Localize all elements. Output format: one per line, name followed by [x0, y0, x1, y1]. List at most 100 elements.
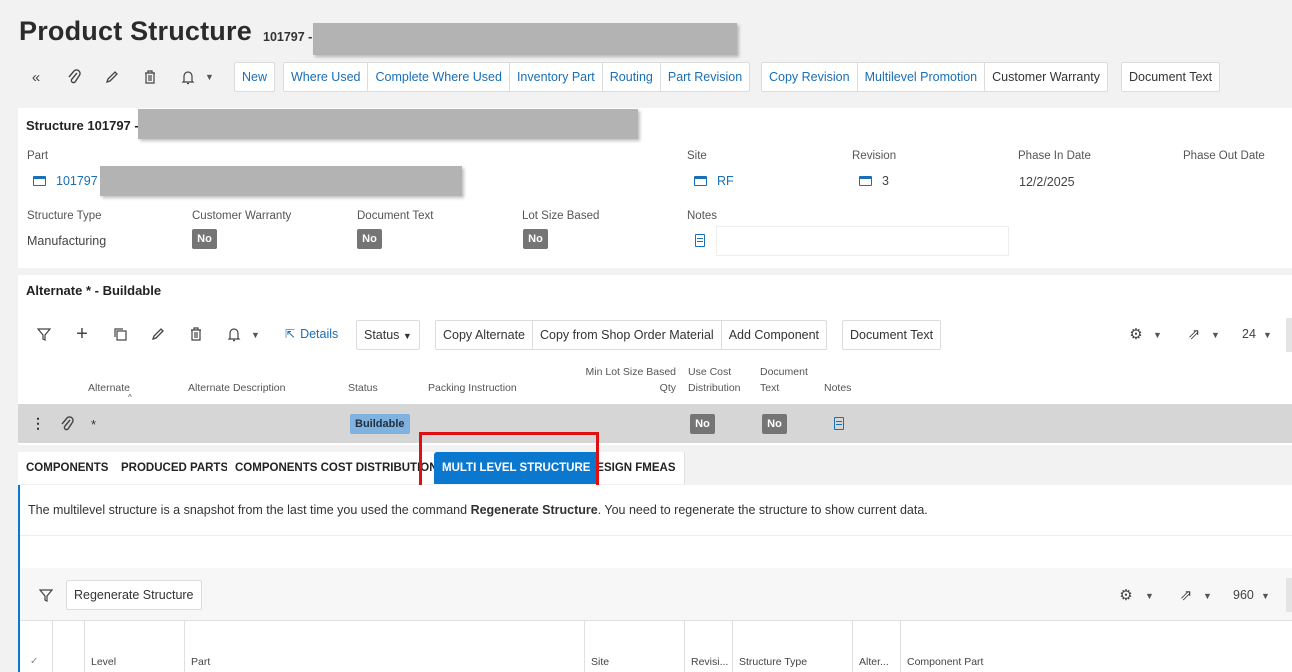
- col-part[interactable]: Part: [184, 620, 584, 672]
- alternate-document-text-button[interactable]: Document Text: [843, 321, 940, 349]
- copy-alternate-button[interactable]: Copy Alternate: [436, 321, 533, 349]
- chevron-down-icon[interactable]: ▼: [1263, 330, 1272, 340]
- col-use-cost-distribution[interactable]: Use Cost Distribution: [688, 364, 741, 396]
- col-document-text[interactable]: Document Text: [760, 364, 808, 396]
- record-icon: [33, 176, 46, 186]
- copy-revision-button[interactable]: Copy Revision: [762, 63, 858, 91]
- multilevel-page-size[interactable]: 960: [1233, 588, 1254, 602]
- collapse-icon[interactable]: «: [25, 66, 47, 88]
- alternate-page-size[interactable]: 24: [1242, 327, 1256, 341]
- tab-produced-parts[interactable]: PRODUCED PARTS: [113, 452, 238, 484]
- revision-value: 3: [882, 174, 889, 188]
- filter-icon[interactable]: [35, 584, 57, 606]
- notes-icon[interactable]: [695, 234, 705, 247]
- regenerate-structure-button[interactable]: Regenerate Structure: [67, 581, 201, 609]
- complete-where-used-button[interactable]: Complete Where Used: [368, 63, 510, 91]
- col-alternate-description[interactable]: Alternate Description: [188, 380, 285, 396]
- attachment-icon[interactable]: [60, 416, 74, 435]
- notes-label: Notes: [687, 210, 718, 222]
- col-alternate[interactable]: Alternate: [88, 380, 130, 396]
- toolbar-group-document: Document Text: [1121, 62, 1221, 92]
- col-structure-type[interactable]: Structure Type: [732, 620, 852, 672]
- col-document-text-line2: Text: [760, 382, 780, 394]
- col-alternative[interactable]: Alter...: [852, 620, 900, 672]
- col-component-part[interactable]: Component Part: [900, 620, 1292, 672]
- scroll-handle[interactable]: [1286, 318, 1292, 352]
- bell-icon[interactable]: [177, 66, 199, 88]
- part-label: Part: [27, 150, 49, 162]
- col-status[interactable]: Status: [348, 380, 378, 396]
- settings-icon[interactable]: ⚙: [1125, 323, 1147, 345]
- chevron-down-icon[interactable]: ▼: [1261, 591, 1270, 601]
- customer-warranty-label: Customer Warranty: [192, 210, 292, 222]
- col-level[interactable]: Level: [84, 620, 184, 672]
- add-component-button[interactable]: Add Component: [722, 321, 826, 349]
- edit-icon[interactable]: [101, 66, 123, 88]
- phase-in-label: Phase In Date: [1018, 150, 1091, 162]
- col-packing-instruction[interactable]: Packing Instruction: [428, 380, 517, 396]
- chevron-down-icon[interactable]: ▼: [205, 72, 214, 82]
- chevron-down-icon[interactable]: ▼: [1153, 330, 1162, 340]
- structure-type-value: Manufacturing: [27, 234, 107, 248]
- redacted-block: [138, 109, 638, 139]
- multilevel-promotion-button[interactable]: Multilevel Promotion: [858, 63, 986, 91]
- notes-field[interactable]: [716, 226, 1009, 256]
- tab-components-cost-distribution[interactable]: COMPONENTS COST DISTRIBUTION: [227, 452, 447, 484]
- col-revision[interactable]: Revisi...: [684, 620, 732, 672]
- regenerate-group: Regenerate Structure: [66, 580, 202, 610]
- duplicate-icon[interactable]: [109, 323, 131, 345]
- site-value: RF: [717, 174, 734, 188]
- toolbar-group-new: New: [234, 62, 276, 92]
- col-site[interactable]: Site: [584, 620, 684, 672]
- copy-from-shop-order-button[interactable]: Copy from Shop Order Material: [533, 321, 722, 349]
- select-all-check[interactable]: ✓: [30, 656, 38, 667]
- delete-icon[interactable]: [139, 66, 161, 88]
- site-link[interactable]: RF: [694, 174, 734, 188]
- part-revision-button[interactable]: Part Revision: [661, 63, 749, 91]
- notes-icon[interactable]: [834, 417, 844, 430]
- structure-type-label: Structure Type: [27, 210, 102, 222]
- row-menu-icon[interactable]: ⋮: [31, 416, 45, 430]
- col-min-lot-size-line2: Qty: [659, 382, 676, 394]
- customer-warranty-badge: No: [192, 229, 217, 249]
- col-structure-type-label: Structure Type: [739, 656, 808, 668]
- col-notes[interactable]: Notes: [824, 380, 851, 396]
- table-row[interactable]: ⋮ * Buildable No No: [18, 404, 1292, 443]
- export-icon[interactable]: ⇗: [1175, 584, 1197, 606]
- document-text-button[interactable]: Document Text: [1122, 63, 1219, 91]
- col-use-cost-line1: Use Cost: [688, 366, 732, 378]
- customer-warranty-button[interactable]: Customer Warranty: [985, 63, 1107, 91]
- bell-icon[interactable]: [223, 323, 245, 345]
- edit-icon[interactable]: [147, 323, 169, 345]
- details-label: Details: [300, 327, 339, 341]
- details-link[interactable]: ⇱ Details: [285, 327, 338, 341]
- filter-icon[interactable]: [33, 323, 55, 345]
- settings-icon[interactable]: ⚙: [1115, 584, 1137, 606]
- status-dropdown[interactable]: Status ▼: [356, 320, 420, 350]
- attachment-icon[interactable]: [63, 66, 85, 88]
- divider: [20, 535, 1292, 536]
- new-button[interactable]: New: [235, 63, 274, 91]
- revision-link[interactable]: 3: [859, 174, 889, 188]
- inventory-part-button[interactable]: Inventory Part: [510, 63, 603, 91]
- tab-components[interactable]: COMPONENTS: [18, 452, 118, 484]
- add-icon[interactable]: +: [71, 323, 93, 345]
- chevron-down-icon[interactable]: ▼: [1145, 591, 1154, 601]
- chevron-down-icon[interactable]: ▼: [251, 330, 260, 340]
- record-icon: [859, 176, 872, 186]
- export-icon[interactable]: ⇗: [1183, 323, 1205, 345]
- chevron-down-icon[interactable]: ▼: [1203, 591, 1212, 601]
- status-button[interactable]: Status ▼: [357, 321, 419, 349]
- delete-icon[interactable]: [185, 323, 207, 345]
- col-min-lot-size[interactable]: Min Lot Size Based Qty: [570, 364, 676, 396]
- routing-button[interactable]: Routing: [603, 63, 661, 91]
- part-link[interactable]: 101797 -: [33, 174, 105, 188]
- scroll-handle[interactable]: [1286, 578, 1292, 612]
- toolbar-group-actions: Copy Revision Multilevel Promotion Custo…: [761, 62, 1109, 92]
- phase-out-label: Phase Out Date: [1183, 150, 1265, 162]
- structure-title: Structure 101797 -: [26, 118, 139, 133]
- chevron-down-icon: ▼: [402, 331, 412, 341]
- status-button-label: Status: [364, 328, 400, 342]
- where-used-button[interactable]: Where Used: [284, 63, 369, 91]
- chevron-down-icon[interactable]: ▼: [1211, 330, 1220, 340]
